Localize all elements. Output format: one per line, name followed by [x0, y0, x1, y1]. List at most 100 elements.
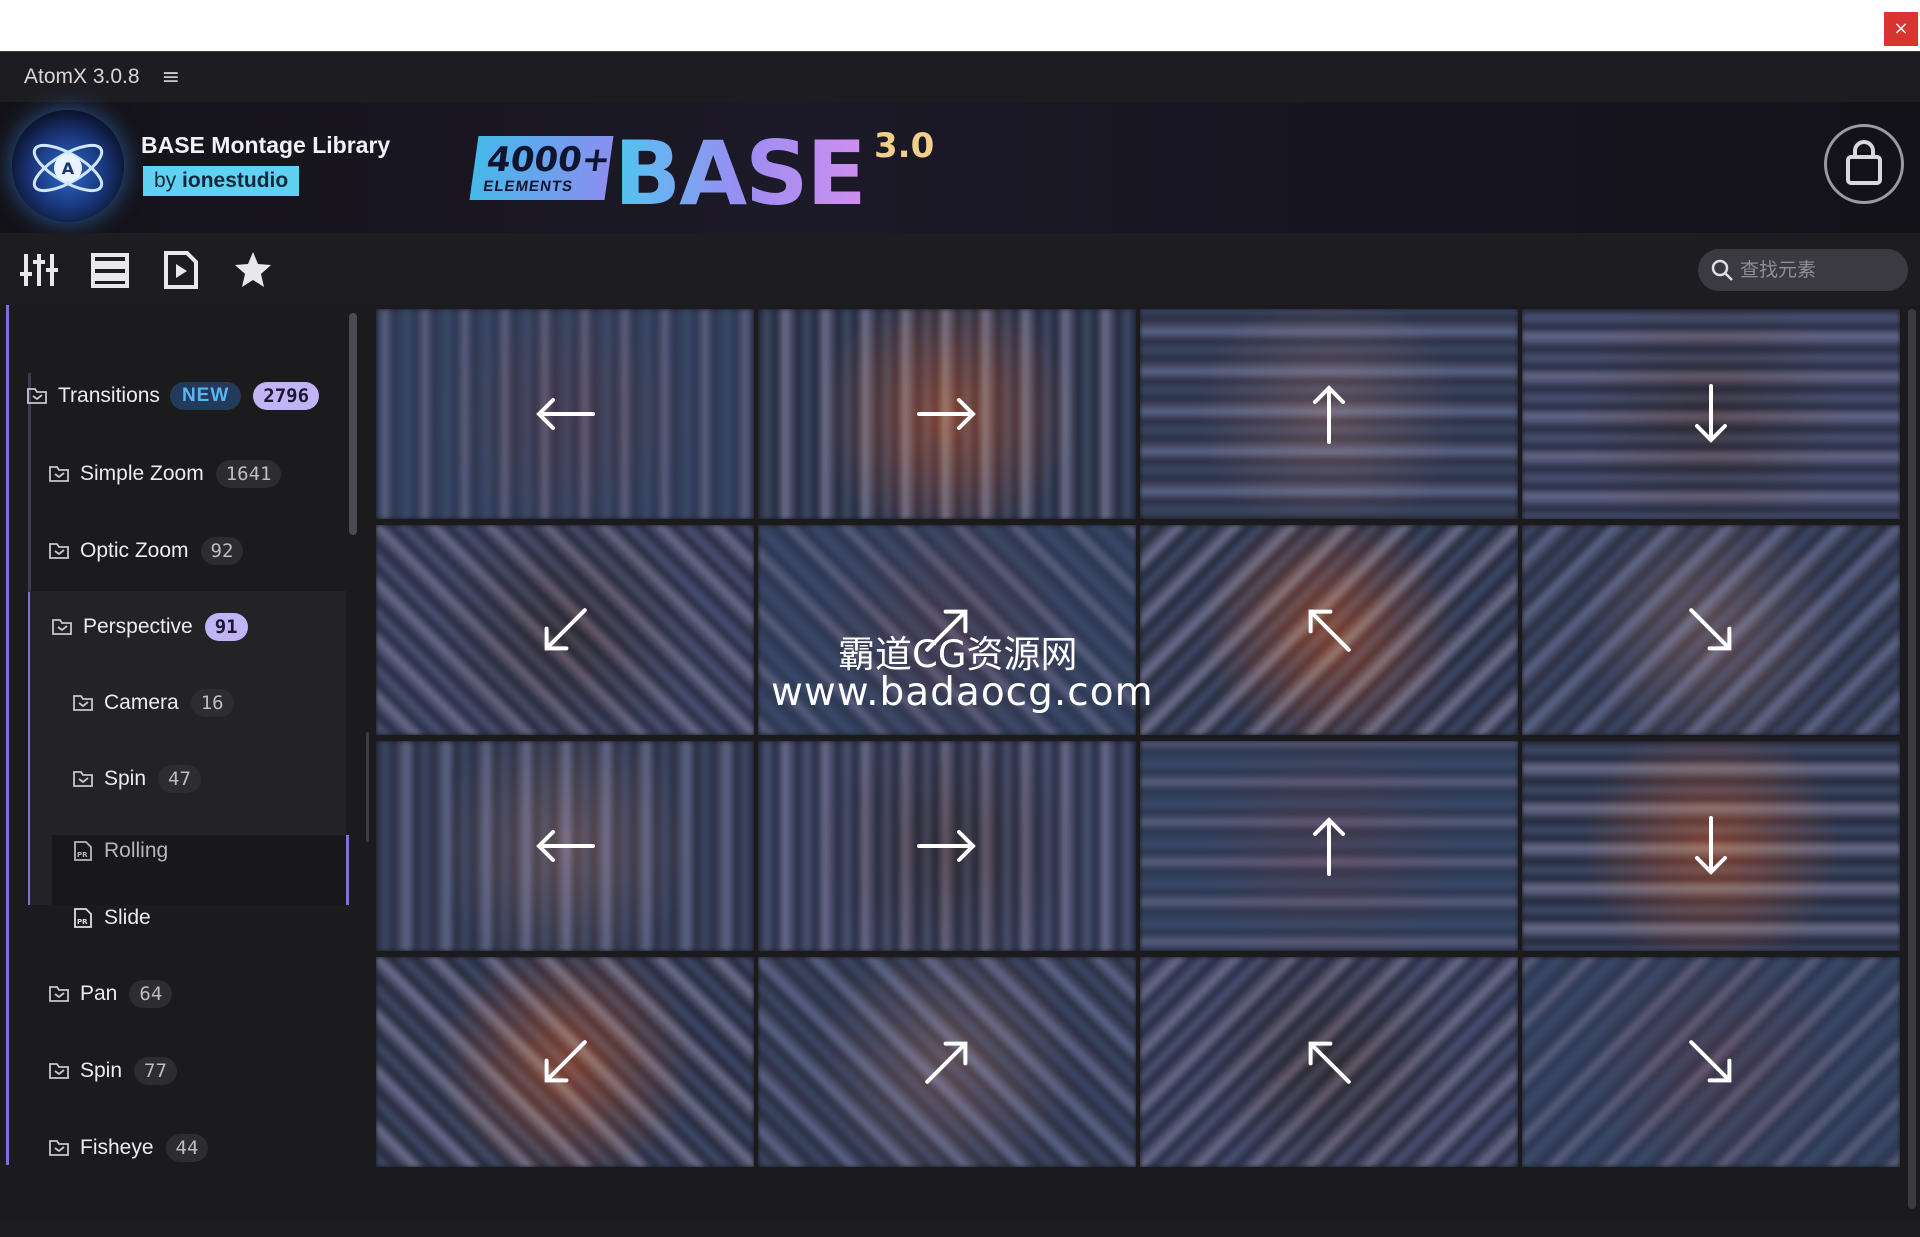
- list-view-icon[interactable]: [90, 250, 130, 290]
- search-icon: [1711, 259, 1733, 281]
- transition-thumbnail[interactable]: [1140, 741, 1518, 951]
- sidebar-item-label: Simple Zoom: [80, 462, 204, 485]
- premiere-file-icon: PR: [74, 908, 92, 928]
- direction-arrow-icon: [1308, 1041, 1351, 1084]
- hamburger-menu-icon[interactable]: ≡: [162, 65, 180, 90]
- panel-resize-handle[interactable]: [366, 732, 369, 842]
- sidebar-item-perspective[interactable]: Perspective 91: [51, 613, 248, 641]
- sidebar-item-label: Spin: [80, 1059, 123, 1082]
- svg-text:PR: PR: [77, 918, 88, 926]
- transition-thumbnail[interactable]: [376, 525, 754, 735]
- search-input[interactable]: [1738, 258, 1902, 282]
- transition-thumbnail[interactable]: [1140, 525, 1518, 735]
- atomx-logo-icon: A: [12, 110, 124, 222]
- watermark-line2: www.badaocg.com: [771, 670, 1154, 715]
- folder-icon: [49, 1063, 69, 1079]
- sidebar-item-simple-zoom[interactable]: Simple Zoom 1641: [48, 460, 282, 488]
- direction-arrow-icon: [544, 1040, 587, 1083]
- transition-thumbnail[interactable]: [1522, 741, 1900, 951]
- direction-arrow-icon: [536, 830, 595, 862]
- close-window-button[interactable]: ×: [1884, 12, 1918, 46]
- transition-thumbnail[interactable]: [758, 309, 1136, 519]
- transition-thumbnail[interactable]: [376, 309, 754, 519]
- sidebar-item-label: Spin: [104, 767, 147, 790]
- direction-arrow-icon: [544, 608, 587, 651]
- sidebar-accent-line: [6, 305, 9, 1165]
- library-banner: A BASE Montage Library by ionestudio 400…: [0, 102, 1920, 233]
- sidebar-item-optic-zoom[interactable]: Optic Zoom 92: [48, 537, 244, 565]
- category-sidebar: Transitions NEW 2796 Simple Zoom 1641 Op…: [0, 305, 360, 1165]
- transition-thumbnail[interactable]: [758, 957, 1136, 1167]
- direction-arrow-icon: [1689, 1040, 1732, 1083]
- item-count-badge: 47: [158, 765, 201, 793]
- transition-thumbnail[interactable]: [1522, 525, 1900, 735]
- elements-count: 4000+: [484, 140, 614, 180]
- item-count-badge: 64: [129, 980, 173, 1008]
- folder-icon: [73, 695, 93, 711]
- sidebar-item-label: Fisheye: [80, 1136, 154, 1159]
- direction-arrow-icon: [1695, 816, 1727, 875]
- item-count-badge: 77: [134, 1057, 177, 1085]
- author-prefix: by: [154, 169, 177, 192]
- app-title: AtomX 3.0.8: [24, 65, 140, 88]
- toolbar: [0, 233, 1920, 305]
- favorites-star-icon[interactable]: [233, 250, 273, 290]
- sliders-icon[interactable]: [19, 250, 59, 290]
- bottom-bar: [0, 1221, 1920, 1237]
- sidebar-item-slide[interactable]: PR Slide: [72, 906, 151, 930]
- transition-thumbnail[interactable]: [376, 957, 754, 1167]
- direction-arrow-icon: [1313, 385, 1345, 444]
- shopping-bag-icon: [1846, 140, 1882, 185]
- direction-arrow-icon: [1689, 608, 1732, 651]
- transition-thumbnail[interactable]: [376, 741, 754, 951]
- direction-arrow-icon: [917, 398, 976, 430]
- svg-text:A: A: [62, 159, 75, 178]
- transition-thumbnail[interactable]: [1522, 957, 1900, 1167]
- transition-thumbnail[interactable]: [1140, 957, 1518, 1167]
- sidebar-scrollbar[interactable]: [349, 313, 357, 535]
- sidebar-item-label: Pan: [80, 982, 118, 1005]
- preview-play-icon[interactable]: [161, 250, 201, 290]
- sidebar-item-label: Transitions: [58, 384, 160, 407]
- sidebar-item-label: Optic Zoom: [80, 539, 189, 562]
- item-count-badge: 1641: [215, 460, 282, 488]
- search-box[interactable]: [1698, 249, 1908, 291]
- direction-arrow-icon: [1308, 609, 1351, 652]
- premiere-file-icon: PR: [74, 841, 92, 861]
- direction-arrow-icon: [925, 1041, 968, 1084]
- folder-icon: [49, 466, 69, 482]
- sidebar-item-camera[interactable]: Camera 16: [72, 689, 234, 717]
- promo-artwork: 4000+ ELEMENTS BASE 3.0: [469, 122, 954, 225]
- transition-thumbnail[interactable]: [1522, 309, 1900, 519]
- sidebar-item-rolling[interactable]: PR Rolling: [72, 839, 168, 863]
- author-tag: by ionestudio: [143, 166, 300, 196]
- author-name: ionestudio: [182, 169, 289, 192]
- sidebar-item-label: Rolling: [104, 839, 169, 862]
- sidebar-item-label: Camera: [104, 691, 179, 714]
- elements-badge: 4000+ ELEMENTS: [469, 136, 614, 200]
- promo-base-word: BASE: [614, 122, 867, 225]
- sidebar-item-fisheye[interactable]: Fisheye 44: [48, 1134, 209, 1162]
- sidebar-item-label: Perspective: [83, 615, 193, 638]
- folder-icon: [27, 388, 47, 404]
- item-count-badge: 92: [200, 537, 244, 565]
- promo-version: 3.0: [874, 126, 935, 166]
- atomx-app-window: AtomX 3.0.8 ≡ A BASE Montage Library by …: [0, 51, 1920, 1237]
- sidebar-item-transitions[interactable]: Transitions NEW 2796: [26, 382, 320, 410]
- transition-thumbnail[interactable]: [758, 741, 1136, 951]
- direction-arrow-icon: [1695, 384, 1727, 443]
- library-title: BASE Montage Library: [141, 132, 391, 158]
- transition-thumbnail[interactable]: [1140, 309, 1518, 519]
- sidebar-item-spin[interactable]: Spin 77: [48, 1057, 177, 1085]
- elements-label: ELEMENTS: [482, 178, 575, 195]
- new-badge: NEW: [169, 382, 242, 410]
- item-count-badge: 91: [204, 613, 248, 641]
- sidebar-item-pan[interactable]: Pan 64: [48, 980, 173, 1008]
- folder-icon: [52, 619, 72, 635]
- sidebar-item-spin-perspective[interactable]: Spin 47: [72, 765, 201, 793]
- grid-scrollbar[interactable]: [1908, 309, 1916, 1209]
- store-bag-button[interactable]: [1824, 124, 1904, 204]
- item-count-badge: 2796: [253, 382, 320, 410]
- item-count-badge: 44: [165, 1134, 209, 1162]
- svg-text:PR: PR: [77, 851, 88, 859]
